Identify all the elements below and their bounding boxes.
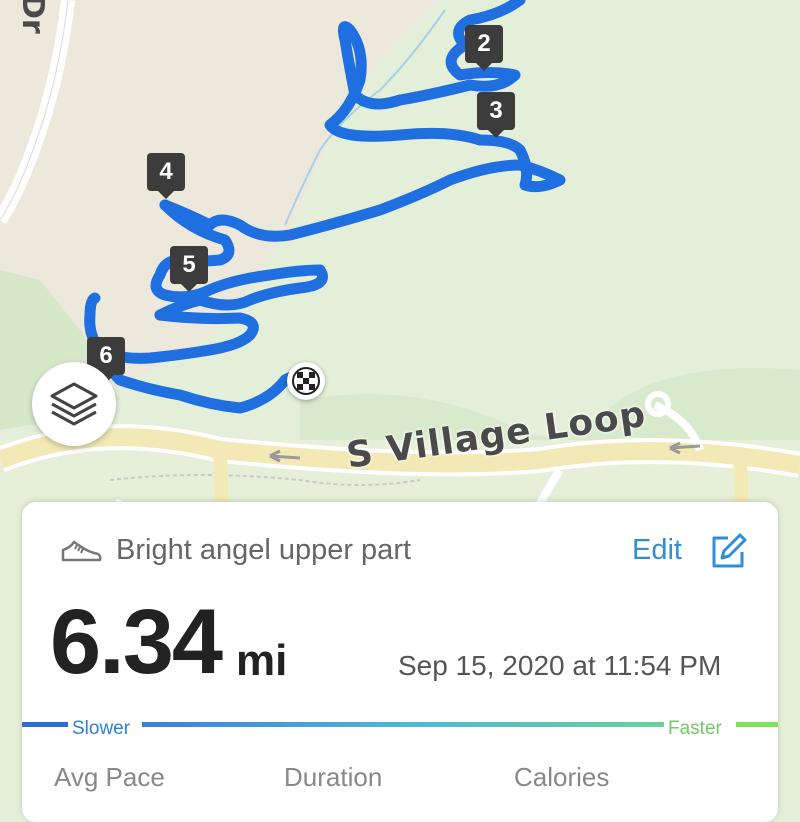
edit-icon[interactable] — [708, 532, 748, 572]
side-road-label: Dr — [15, 0, 50, 34]
activity-date: Sep 15, 2020 at 11:54 PM — [398, 650, 722, 681]
stat-label-calories: Calories — [514, 762, 610, 792]
distance-unit: mi — [236, 636, 288, 685]
activity-name: Bright angel upper part — [116, 534, 412, 566]
pace-legend: Slower Faster — [22, 718, 778, 740]
pace-gradient-bar — [142, 722, 664, 727]
split-marker-4[interactable]: 4 — [147, 153, 185, 199]
stat-label-avg-pace: Avg Pace — [54, 762, 165, 792]
pace-slower-label: Slower — [68, 718, 135, 740]
split-marker-2[interactable]: 2 — [465, 25, 503, 71]
shoe-icon — [61, 540, 102, 562]
split-marker-5[interactable]: 5 — [170, 246, 208, 292]
pace-faster-label: Faster — [664, 718, 726, 740]
distance-value: 6.34 — [50, 591, 223, 693]
map-layers-button[interactable] — [32, 362, 116, 446]
layers-icon — [50, 382, 98, 426]
edit-button[interactable]: Edit — [632, 534, 682, 567]
pace-fast-segment — [736, 722, 778, 727]
checkered-flag-icon[interactable] — [287, 362, 325, 400]
pace-slow-segment — [22, 722, 68, 727]
activity-summary-card: Bright angel upper part Edit 6.34 mi Sep… — [22, 502, 778, 822]
split-marker-3[interactable]: 3 — [477, 92, 515, 138]
stat-label-duration: Duration — [284, 762, 383, 792]
